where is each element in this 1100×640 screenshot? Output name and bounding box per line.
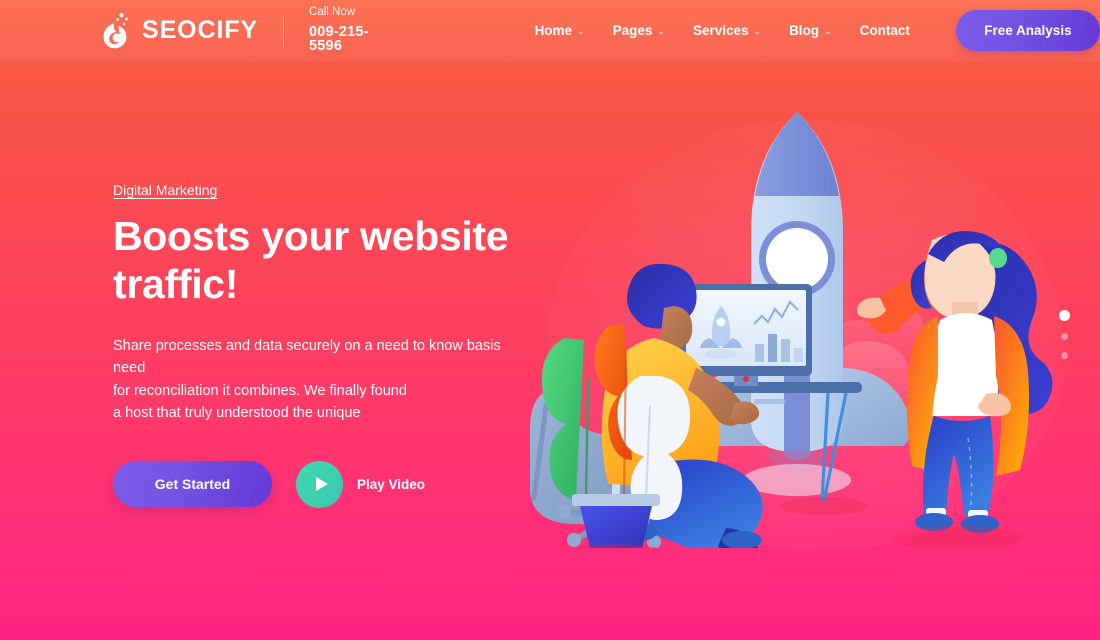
nav-item-pages[interactable]: Pages ⌄ [613, 23, 665, 38]
slider-dot-2[interactable] [1061, 333, 1068, 340]
nav-item-home[interactable]: Home ⌄ [535, 23, 585, 38]
call-now-label: Call Now [309, 6, 356, 19]
water-drop-bubbles-icon [101, 12, 133, 50]
hero-actions: Get Started Play Video [113, 460, 533, 508]
nav-label-pages: Pages [612, 23, 653, 38]
header-divider [283, 13, 285, 48]
hero-title-line1: Boosts your website [113, 213, 509, 259]
play-circle[interactable] [296, 460, 343, 508]
nav-item-contact[interactable]: Contact [860, 23, 910, 38]
hero-eyebrow[interactable]: Digital Marketing [113, 182, 217, 198]
hero-desc-line2: for reconciliation it combines. We final… [113, 382, 407, 399]
free-analysis-button[interactable]: Free Analysis [955, 10, 1100, 51]
hero-page: SEOCIFY Call Now 009-215-5596 Home ⌄ Pag… [0, 0, 1100, 640]
chevron-down-icon: ⌄ [577, 26, 585, 36]
hero-description: Share processes and data securely on a n… [113, 335, 513, 425]
play-video-label: Play Video [357, 476, 426, 492]
play-triangle-icon [315, 477, 328, 492]
page-title: Boosts your website traffic! [113, 213, 533, 309]
slider-dot-1[interactable] [1059, 310, 1070, 321]
hero-desc-line3: a host that truly understood the unique [113, 405, 361, 422]
brand-name: SEOCIFY [142, 16, 259, 44]
brand-logo[interactable]: SEOCIFY [101, 12, 258, 50]
main-navigation: Home ⌄ Pages ⌄ Services ⌄ Blog ⌄ Contact [535, 23, 910, 38]
nav-label-blog: Blog [789, 23, 820, 38]
slider-pagination [1059, 310, 1070, 359]
hero-content: Digital Marketing Boosts your website tr… [113, 182, 533, 508]
chevron-down-icon: ⌄ [824, 26, 832, 36]
nav-label-contact: Contact [859, 23, 910, 38]
call-now-block[interactable]: Call Now 009-215-5596 [309, 7, 401, 54]
call-now-number[interactable]: 009-215-5596 [309, 25, 401, 54]
hero-title-line2: traffic! [113, 260, 239, 307]
nav-label-home: Home [534, 23, 573, 38]
get-started-button[interactable]: Get Started [113, 461, 272, 508]
hero-desc-line1: Share processes and data securely on a n… [113, 337, 501, 377]
hero-illustration [528, 88, 1090, 548]
site-header: SEOCIFY Call Now 009-215-5596 Home ⌄ Pag… [0, 0, 1100, 61]
slider-dot-3[interactable] [1061, 352, 1068, 359]
nav-item-services[interactable]: Services ⌄ [693, 23, 761, 38]
nav-item-blog[interactable]: Blog ⌄ [789, 23, 832, 38]
chevron-down-icon: ⌄ [753, 26, 762, 36]
play-video-button[interactable]: Play Video [296, 460, 426, 508]
chevron-down-icon: ⌄ [657, 26, 665, 36]
nav-label-services: Services [692, 23, 749, 38]
